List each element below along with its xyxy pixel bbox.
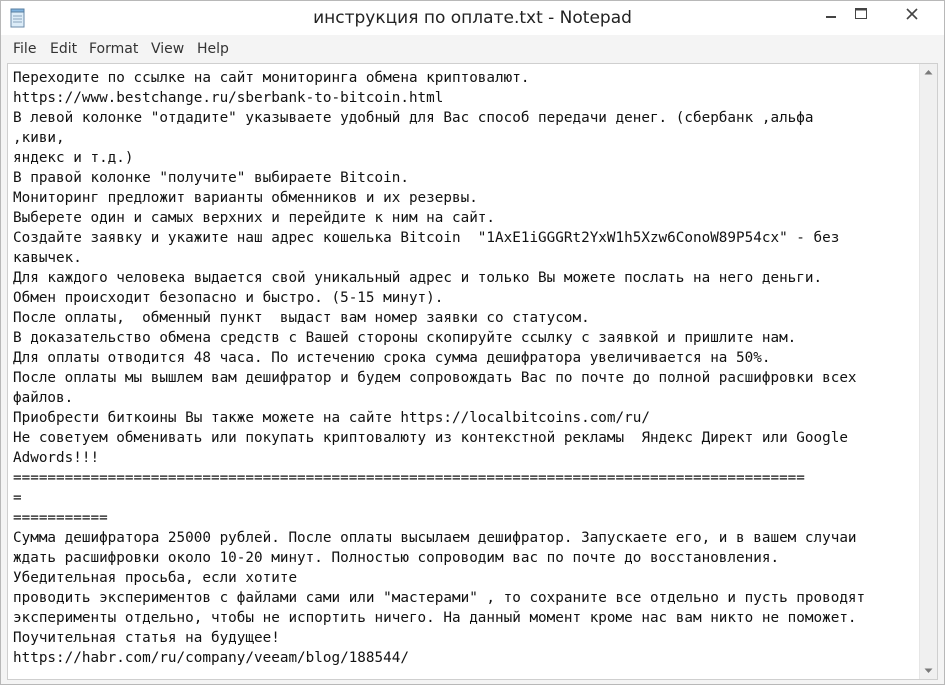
text-line: https://habr.com/ru/company/veeam/blog/1… [13,650,409,666]
text-line: Мониторинг предложит варианты обменников… [13,190,478,206]
text-line: яндекс и т.д.) [13,150,134,166]
minimize-icon [826,16,836,18]
text-line: ,киви, [13,130,65,146]
chevron-up-icon [924,70,933,75]
text-line: Для оплаты отводится 48 часа. По истечен… [13,350,771,366]
text-line: В правой колонке "получите" выбираете Bi… [13,170,409,186]
text-line: Сумма дешифратора 25000 рублей. После оп… [13,530,857,546]
text-line: После оплаты мы вышлем вам дешифратор и … [13,370,857,386]
text-line: Поучительная статья на будущее! [13,630,280,646]
text-line: =========== [13,510,108,526]
menu-file[interactable]: File [13,41,36,57]
scroll-down-button[interactable] [920,662,937,679]
vertical-scrollbar[interactable] [919,64,937,679]
text-line: проводить экспериментов с файлами сами и… [13,590,866,606]
chevron-down-icon [924,668,933,673]
text-line: Не советуем обменивать или покупать крип… [13,430,848,446]
document-text[interactable]: Переходите по ссылке на сайт мониторинга… [13,68,918,668]
text-line: После оплаты, обменный пункт выдаст вам … [13,310,590,326]
text-line: Обмен происходит безопасно и быстро. (5-… [13,290,444,306]
close-icon [906,8,918,20]
text-line: кавычек. [13,250,82,266]
notepad-window: инструкция по оплате.txt - Notepad File … [0,0,945,685]
menu-help[interactable]: Help [197,41,229,57]
close-button[interactable] [889,1,936,27]
text-line: Приобрести биткоины Вы также можете на с… [13,410,650,426]
text-line: https://www.bestchange.ru/sberbank-to-bi… [13,90,444,106]
maximize-button[interactable] [846,1,876,27]
text-line: = [13,490,22,506]
text-line: В доказательство обмена средств с Вашей … [13,330,797,346]
window-title: инструкция по оплате.txt - Notepad [313,8,632,28]
text-line: Выберете один и самых верхних и перейдит… [13,210,496,226]
text-line: ждать расшифровки около 10-20 минут. Пол… [13,550,780,566]
text-line: эксперименты отдельно, чтобы не испортит… [13,610,857,626]
text-line: Adwords!!! [13,450,100,466]
text-line: ========================================… [13,470,805,486]
title-bar[interactable]: инструкция по оплате.txt - Notepad [1,1,944,35]
menu-format[interactable]: Format [89,41,138,57]
menu-view[interactable]: View [151,41,184,57]
text-line: Убедительная просьба, если хотите [13,570,298,586]
menu-bar: File Edit Format View Help [1,37,944,61]
text-line: файлов. [13,390,74,406]
text-line: В левой колонке "отдадите" указываете уд… [13,110,814,126]
scroll-up-button[interactable] [920,64,937,81]
text-line: Для каждого человека выдается свой уника… [13,270,823,286]
minimize-button[interactable] [816,1,846,27]
maximize-icon [855,8,867,19]
menu-edit[interactable]: Edit [50,41,77,57]
text-editor[interactable]: Переходите по ссылке на сайт мониторинга… [7,63,938,680]
text-line: Создайте заявку и укажите наш адрес коше… [13,230,840,246]
text-line: Переходите по ссылке на сайт мониторинга… [13,70,530,86]
